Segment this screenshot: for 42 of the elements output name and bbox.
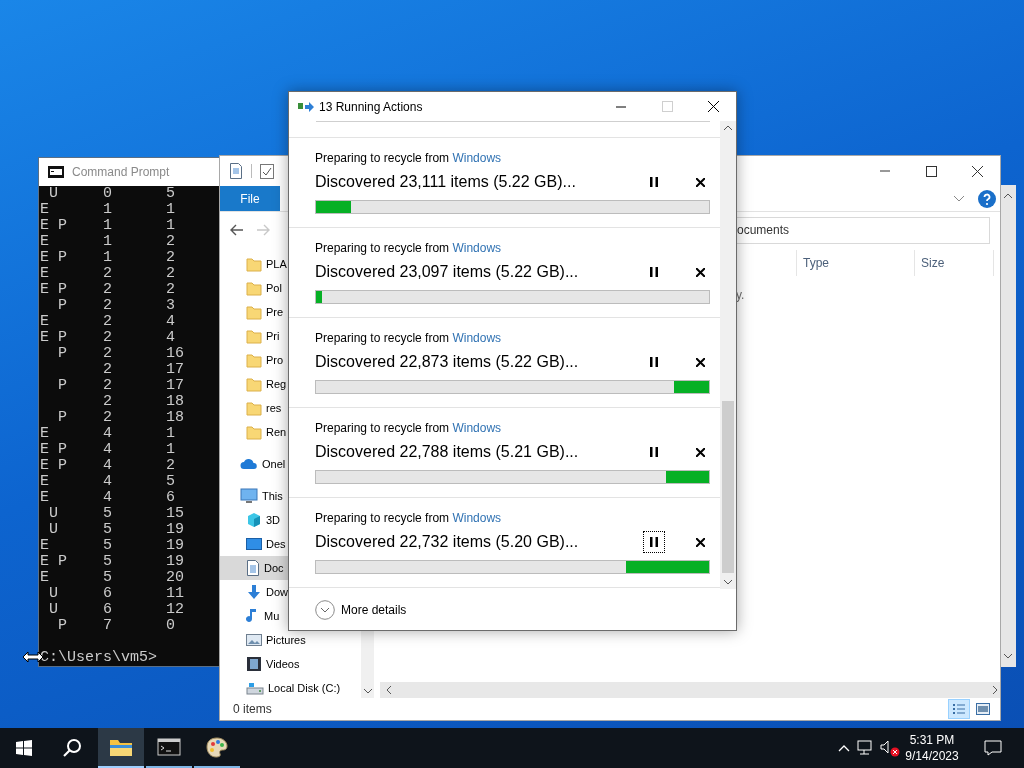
console-line: P 7 0: [57, 618, 177, 634]
console-line: E 4 6: [40, 490, 177, 506]
console-line: P 2 17: [57, 378, 186, 394]
console-line: E 1 2: [40, 234, 177, 250]
console-line: 2 18: [102, 394, 186, 410]
action-description: Preparing to recycle from Windows: [315, 421, 503, 436]
console-line: E 2 4: [40, 314, 177, 330]
console-line: E 4 1: [40, 426, 177, 442]
console-line: 2 17: [102, 362, 186, 378]
status-text: 0 items: [233, 702, 272, 716]
console-line: U 6 12: [48, 602, 186, 618]
console-line: P 2 16: [57, 346, 186, 362]
window-title: 13 Running Actions: [319, 99, 424, 114]
console-line: E 5 20: [40, 570, 186, 586]
action-description: Preparing to recycle from Windows: [315, 331, 503, 346]
console-line: E 5 19: [40, 538, 186, 554]
console-line: U 6 11: [48, 586, 186, 602]
console-line: E P 1 1: [40, 218, 177, 234]
console-line: E P 1 2: [40, 250, 177, 266]
console-line: E P 4 1: [40, 442, 177, 458]
console-line: E 1 1: [40, 202, 177, 218]
console-line: P 2 18: [57, 410, 186, 426]
command-prompt-line: C:\Users\vm5>: [40, 650, 159, 666]
progress-status: Discovered 22,732 items (5.20 GB)...: [315, 533, 580, 551]
action-description: Preparing to recycle from Windows: [315, 151, 503, 166]
console-line: U 5 19: [48, 522, 186, 538]
progress-status: Discovered 23,097 items (5.22 GB)...: [315, 263, 580, 281]
action-description: Preparing to recycle from Windows: [315, 241, 503, 256]
action-description: Preparing to recycle from Windows: [315, 511, 503, 526]
console-line: P 2 3: [57, 298, 177, 314]
console-line: E P 2 4: [40, 330, 177, 346]
console-line: E P 5 19: [40, 554, 186, 570]
console-line: U 5 15: [48, 506, 186, 522]
console-line: U 0 5: [48, 186, 177, 202]
window-title: Command Prompt: [72, 165, 170, 179]
console-line: E 4 5: [40, 474, 177, 490]
console-line: E P 4 2: [40, 458, 177, 474]
progress-status: Discovered 22,788 items (5.21 GB)...: [315, 443, 580, 461]
progress-status: Discovered 22,873 items (5.22 GB)...: [315, 353, 580, 371]
console-line: E P 2 2: [40, 282, 177, 298]
progress-status: Discovered 23,111 items (5.22 GB)...: [315, 173, 577, 191]
console-line: E 2 2: [40, 266, 177, 282]
